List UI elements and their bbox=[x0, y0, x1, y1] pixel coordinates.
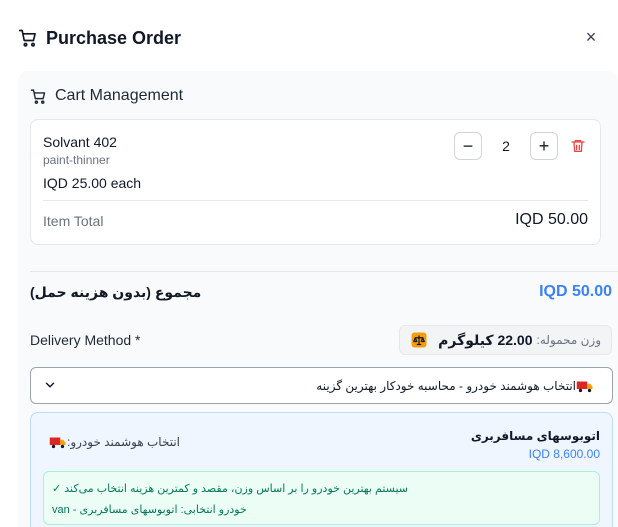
divider bbox=[30, 271, 618, 272]
truck-icon bbox=[49, 437, 66, 449]
note-line-1: سیستم بهترین خودرو را بر اساس وزن، مقصد … bbox=[52, 483, 408, 495]
quantity-value: 2 bbox=[502, 138, 510, 154]
delivery-method-label: Delivery Method * bbox=[30, 332, 141, 348]
increase-quantity-button[interactable]: + bbox=[530, 132, 558, 160]
decrease-quantity-button[interactable]: − bbox=[454, 132, 482, 160]
item-sku: paint-thinner bbox=[43, 153, 110, 167]
selected-vehicle-name: اتوبوسهای مسافربری bbox=[470, 429, 600, 443]
weight-label: وزن محموله: bbox=[536, 333, 601, 347]
cart-panel: Cart Management Solvant 402 paint-thinne… bbox=[18, 71, 618, 527]
item-name: Solvant 402 bbox=[43, 134, 117, 150]
page-title: Purchase Order bbox=[46, 27, 182, 48]
plus-icon: + bbox=[538, 135, 550, 156]
cart-section-header: Cart Management bbox=[30, 87, 183, 105]
weight-value: 22.00 کیلوگرم bbox=[438, 331, 533, 348]
minus-icon: − bbox=[462, 135, 474, 156]
section-title: Cart Management bbox=[55, 87, 184, 104]
remove-item-button[interactable] bbox=[568, 136, 588, 156]
close-icon: × bbox=[585, 26, 597, 47]
smart-selection-note: سیستم بهترین خودرو را بر اساس وزن، مقصد … bbox=[43, 471, 600, 525]
divider bbox=[43, 200, 588, 201]
selected-vehicle-price: IQD 8,600.00 bbox=[528, 447, 600, 461]
scale-icon bbox=[411, 332, 427, 348]
subtotal-value: IQD 50.00 bbox=[539, 283, 612, 300]
subtotal-label: مجموع (بدون هزینه حمل) bbox=[30, 284, 202, 300]
delivery-method-select[interactable]: انتخاب هوشمند خودرو - محاسبه خودکار بهتر… bbox=[30, 367, 613, 404]
shipment-weight-badge: وزن محموله: 22.00 کیلوگرم bbox=[399, 325, 612, 355]
delivery-method-selected: انتخاب هوشمند خودرو - محاسبه خودکار بهتر… bbox=[316, 378, 576, 393]
item-unit-price: IQD 25.00 each bbox=[43, 175, 142, 191]
quantity-stepper: − 2 + bbox=[454, 132, 588, 160]
shopping-cart-icon bbox=[18, 29, 36, 47]
note-line-2: خودرو انتخابی: اتوبوسهای مسافربری - van bbox=[52, 504, 247, 516]
truck-icon bbox=[576, 381, 593, 392]
modal-header: Purchase Order × bbox=[18, 24, 600, 52]
trash-icon bbox=[571, 140, 585, 152]
cart-item-card: Solvant 402 paint-thinner IQD 25.00 each… bbox=[30, 119, 601, 245]
close-button[interactable]: × bbox=[582, 26, 600, 47]
shopping-cart-icon bbox=[30, 88, 46, 104]
smart-selection-text: انتخاب هوشمند خودرو: bbox=[67, 435, 180, 449]
chevron-down-icon bbox=[45, 382, 55, 388]
item-total-value: IQD 50.00 bbox=[515, 211, 588, 228]
smart-vehicle-box: اتوبوسهای مسافربری IQD 8,600.00 انتخاب ه… bbox=[30, 412, 613, 527]
item-total-label: Item Total bbox=[43, 213, 104, 229]
smart-selection-label: انتخاب هوشمند خودرو: bbox=[43, 435, 180, 449]
